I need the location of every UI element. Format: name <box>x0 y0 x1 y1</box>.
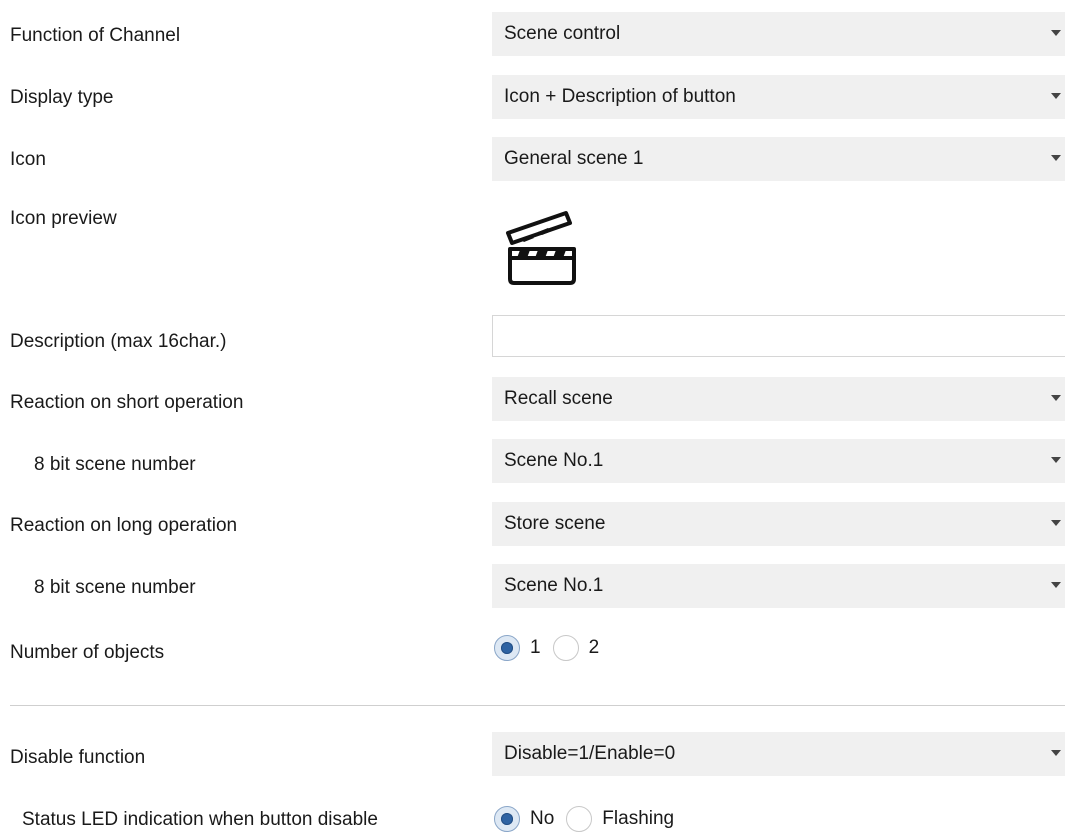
radio-option-label: 1 <box>530 637 541 658</box>
radio-option-label: No <box>530 808 555 829</box>
function-of-channel-label: Function of Channel <box>10 25 181 46</box>
chevron-down-icon <box>1051 395 1061 401</box>
chevron-down-icon <box>1051 457 1061 463</box>
short-operation-label: Reaction on short operation <box>10 392 244 413</box>
function-of-channel-dropdown[interactable]: Scene control <box>492 12 1065 56</box>
chevron-down-icon <box>1051 30 1061 36</box>
display-type-value: Icon + Description of button <box>504 86 736 107</box>
channel-parameters-panel: Function of Channel Scene control Displa… <box>0 0 1065 834</box>
long-scene-number-value: Scene No.1 <box>504 575 604 596</box>
radio-unchecked-icon[interactable] <box>566 806 593 832</box>
display-type-label: Display type <box>10 87 114 108</box>
chevron-down-icon <box>1051 582 1061 588</box>
clapperboard-icon <box>500 205 580 287</box>
long-operation-value: Store scene <box>504 513 606 534</box>
chevron-down-icon <box>1051 520 1061 526</box>
long-operation-label: Reaction on long operation <box>10 515 238 536</box>
status-led-radio-group: No Flashing <box>494 804 686 834</box>
icon-label: Icon <box>10 149 46 170</box>
section-divider <box>10 705 1065 706</box>
description-input[interactable] <box>492 315 1065 357</box>
short-operation-value: Recall scene <box>504 388 613 409</box>
number-of-objects-label: Number of objects <box>10 642 165 663</box>
short-operation-dropdown[interactable]: Recall scene <box>492 377 1065 421</box>
radio-option-label: 2 <box>588 637 600 658</box>
number-of-objects-radio-group: 1 2 <box>494 633 611 663</box>
description-label: Description (max 16char.) <box>10 331 227 352</box>
display-type-dropdown[interactable]: Icon + Description of button <box>492 75 1065 119</box>
status-led-option-no[interactable]: No <box>494 806 554 832</box>
chevron-down-icon <box>1051 750 1061 756</box>
short-scene-number-label: 8 bit scene number <box>34 454 196 475</box>
radio-checked-icon[interactable] <box>494 806 520 832</box>
radio-unchecked-icon[interactable] <box>552 635 579 661</box>
function-of-channel-value: Scene control <box>504 23 621 44</box>
long-scene-number-label: 8 bit scene number <box>34 577 196 598</box>
disable-function-value: Disable=1/Enable=0 <box>504 743 676 764</box>
status-led-option-flashing[interactable]: Flashing <box>566 806 674 832</box>
disable-function-dropdown[interactable]: Disable=1/Enable=0 <box>492 732 1065 776</box>
chevron-down-icon <box>1051 155 1061 161</box>
short-scene-number-value: Scene No.1 <box>504 450 604 471</box>
icon-value: General scene 1 <box>504 148 644 169</box>
disable-function-label: Disable function <box>10 747 146 768</box>
long-scene-number-dropdown[interactable]: Scene No.1 <box>492 564 1065 608</box>
radio-checked-icon[interactable] <box>494 635 520 661</box>
status-led-label: Status LED indication when button disabl… <box>22 809 378 830</box>
number-of-objects-option-1[interactable]: 1 <box>494 635 541 661</box>
icon-dropdown[interactable]: General scene 1 <box>492 137 1065 181</box>
radio-option-label: Flashing <box>602 808 675 829</box>
number-of-objects-option-2[interactable]: 2 <box>552 635 600 661</box>
short-scene-number-dropdown[interactable]: Scene No.1 <box>492 439 1065 483</box>
chevron-down-icon <box>1051 93 1061 99</box>
long-operation-dropdown[interactable]: Store scene <box>492 502 1065 546</box>
icon-preview-label: Icon preview <box>10 208 117 229</box>
